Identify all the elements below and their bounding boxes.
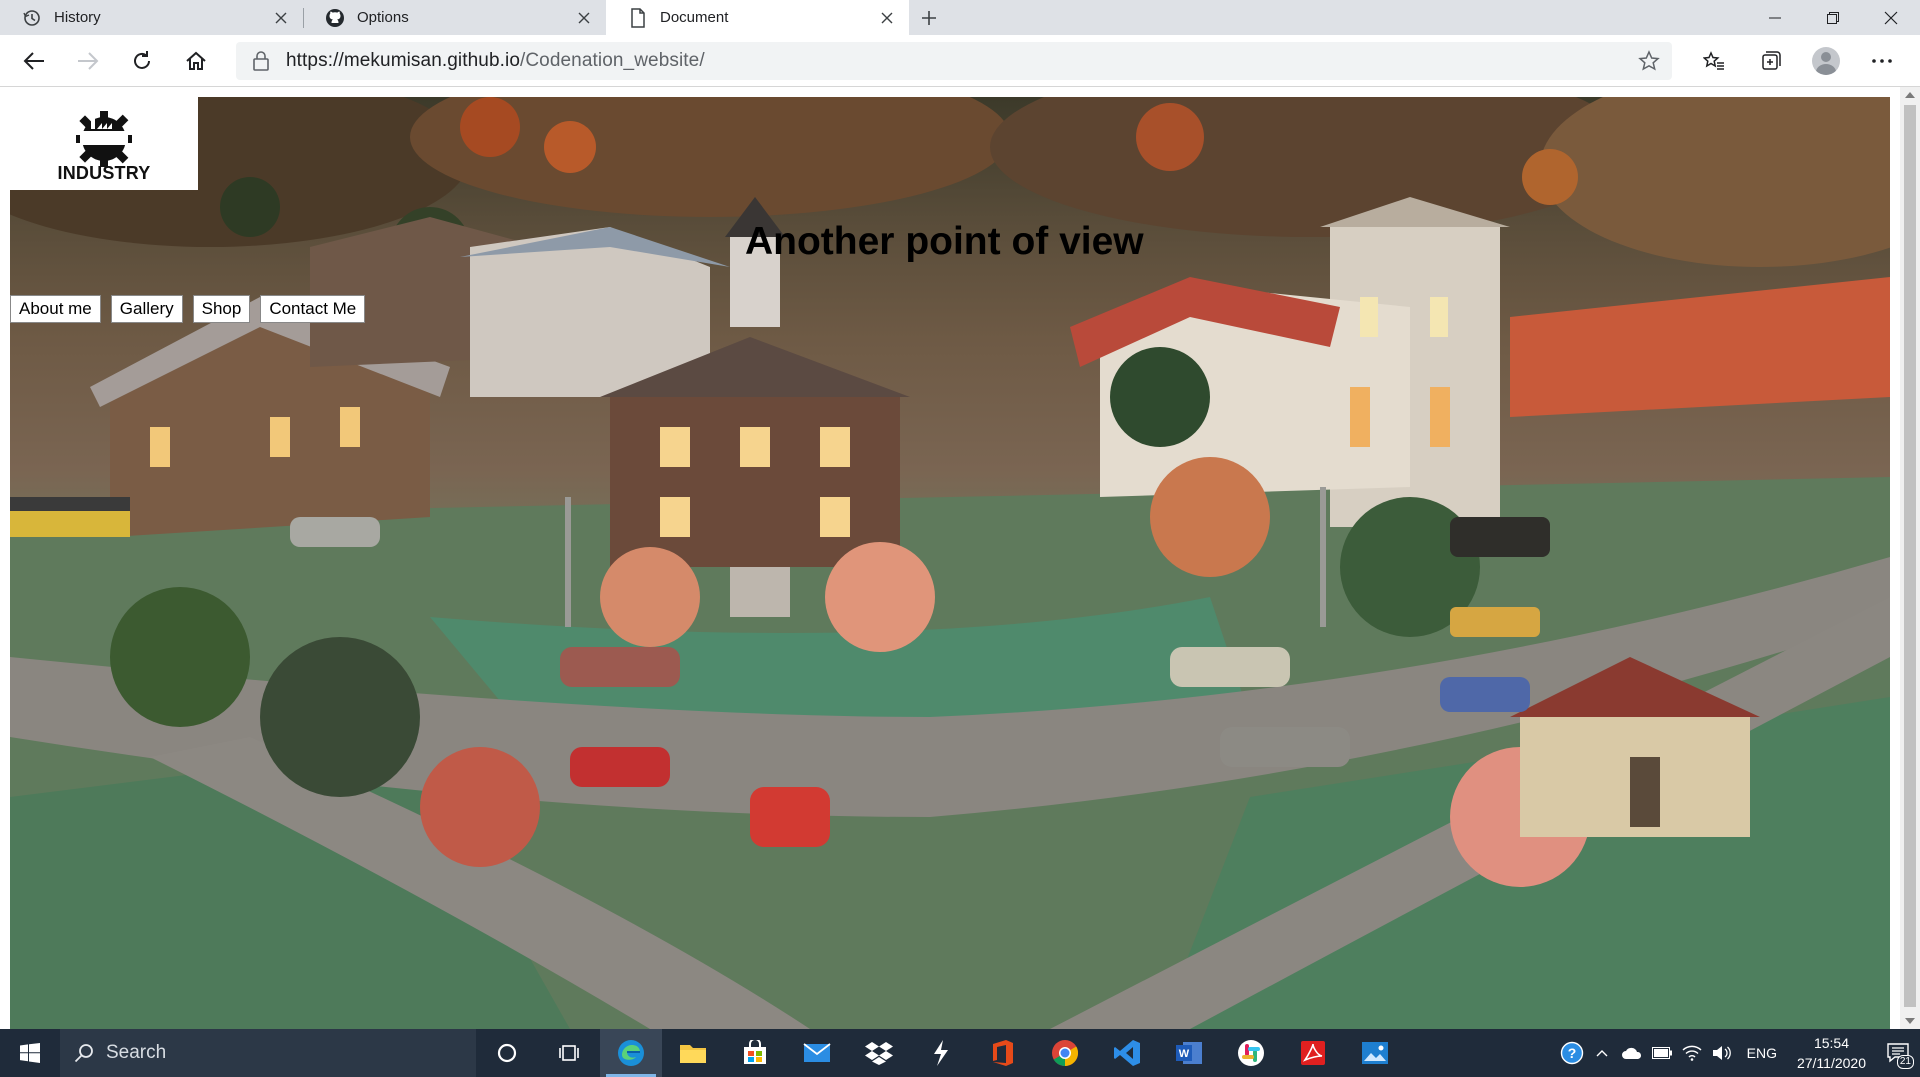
avatar bbox=[1812, 47, 1840, 75]
web-content: INDUSTRY Another point of view About me … bbox=[0, 87, 1920, 1029]
menu-button[interactable] bbox=[1854, 41, 1910, 81]
vscode-icon[interactable] bbox=[1096, 1029, 1158, 1077]
nav-about-me[interactable]: About me bbox=[10, 295, 101, 323]
edge-icon[interactable] bbox=[600, 1029, 662, 1077]
close-icon[interactable] bbox=[572, 6, 596, 30]
logo-text: INDUSTRY bbox=[57, 163, 151, 183]
battery-icon[interactable] bbox=[1647, 1029, 1677, 1077]
url-text: https://mekumisan.github.io/Codenation_w… bbox=[286, 50, 705, 72]
scroll-down-icon[interactable] bbox=[1905, 1018, 1915, 1024]
svg-text:W: W bbox=[1179, 1048, 1190, 1060]
star-icon[interactable] bbox=[1638, 50, 1660, 72]
nav-contact-me[interactable]: Contact Me bbox=[260, 295, 366, 323]
acrobat-icon[interactable] bbox=[1282, 1029, 1344, 1077]
plus-icon bbox=[922, 10, 936, 25]
scrollbar-thumb[interactable] bbox=[1904, 105, 1916, 1007]
chevron-up-icon[interactable] bbox=[1587, 1029, 1617, 1077]
chrome-icon[interactable] bbox=[1034, 1029, 1096, 1077]
minimize-button[interactable] bbox=[1746, 0, 1804, 35]
profile-button[interactable] bbox=[1798, 41, 1854, 81]
word-icon[interactable]: W bbox=[1158, 1029, 1220, 1077]
back-arrow-icon bbox=[23, 51, 44, 70]
restore-button[interactable] bbox=[1804, 0, 1862, 35]
close-icon[interactable] bbox=[875, 6, 899, 30]
windows-icon bbox=[20, 1043, 40, 1063]
task-view-icon[interactable] bbox=[538, 1029, 600, 1077]
scroll-up-icon[interactable] bbox=[1905, 92, 1915, 98]
more-icon bbox=[1872, 59, 1892, 63]
winamp-icon[interactable] bbox=[910, 1029, 972, 1077]
back-button[interactable] bbox=[14, 41, 54, 81]
collections-button[interactable] bbox=[1742, 41, 1798, 81]
forward-button[interactable] bbox=[68, 41, 108, 81]
wifi-icon[interactable] bbox=[1677, 1029, 1707, 1077]
home-icon bbox=[186, 51, 206, 70]
dropbox-icon[interactable] bbox=[848, 1029, 910, 1077]
svg-text:?: ? bbox=[1567, 1045, 1576, 1061]
volume-icon[interactable] bbox=[1707, 1029, 1737, 1077]
close-window-button[interactable] bbox=[1862, 0, 1920, 35]
tab-history[interactable]: History bbox=[0, 0, 303, 35]
tab-title: Options bbox=[357, 9, 409, 26]
toolbar-right bbox=[1686, 41, 1910, 81]
language-indicator[interactable]: ENG bbox=[1737, 1045, 1787, 1061]
help-icon[interactable]: ? bbox=[1557, 1029, 1587, 1077]
system-tray: ? ENG 15:54 27/11/2020 21 bbox=[1557, 1029, 1920, 1077]
site-logo[interactable]: INDUSTRY bbox=[10, 97, 198, 190]
favorites-button[interactable] bbox=[1686, 41, 1742, 81]
windows-taskbar: Search W ? ENG 15:54 27/11/2020 21 bbox=[0, 1029, 1920, 1077]
new-tab-button[interactable] bbox=[909, 0, 949, 35]
notification-center-button[interactable]: 21 bbox=[1876, 1029, 1920, 1077]
github-icon bbox=[325, 8, 345, 28]
url-path: /Codenation_website/ bbox=[519, 50, 705, 71]
nav-shop[interactable]: Shop bbox=[192, 295, 251, 323]
home-button[interactable] bbox=[176, 41, 216, 81]
tab-options[interactable]: Options bbox=[303, 0, 606, 35]
search-placeholder: Search bbox=[106, 1042, 167, 1063]
tab-title: Document bbox=[660, 9, 729, 26]
history-icon bbox=[22, 8, 42, 28]
window-controls bbox=[1746, 0, 1920, 35]
forward-arrow-icon bbox=[78, 51, 99, 70]
page-title: Another point of view bbox=[745, 220, 1144, 263]
lock-icon bbox=[250, 50, 272, 72]
search-icon bbox=[74, 1043, 94, 1063]
clock[interactable]: 15:54 27/11/2020 bbox=[1787, 1033, 1876, 1073]
refresh-icon bbox=[134, 50, 150, 69]
page-icon bbox=[628, 7, 648, 28]
clock-date: 27/11/2020 bbox=[1796, 1055, 1866, 1071]
browser-toolbar: https://mekumisan.github.io/Codenation_w… bbox=[0, 35, 1920, 87]
notification-count: 21 bbox=[1896, 1055, 1914, 1069]
store-icon[interactable] bbox=[724, 1029, 786, 1077]
cortana-icon[interactable] bbox=[476, 1029, 538, 1077]
taskbar-search[interactable]: Search bbox=[60, 1029, 476, 1077]
industry-logo-icon bbox=[76, 111, 132, 167]
collections-icon bbox=[1762, 51, 1781, 70]
clock-time: 15:54 bbox=[1813, 1035, 1849, 1051]
onedrive-icon[interactable] bbox=[1617, 1029, 1647, 1077]
slack-icon[interactable] bbox=[1220, 1029, 1282, 1077]
office-icon[interactable] bbox=[972, 1029, 1034, 1077]
vertical-scrollbar[interactable] bbox=[1900, 87, 1920, 1029]
photos-icon[interactable] bbox=[1344, 1029, 1406, 1077]
browser-tab-strip: History Options Document bbox=[0, 0, 1920, 35]
url-domain: https://mekumisan.github.io bbox=[286, 50, 520, 71]
file-explorer-icon[interactable] bbox=[662, 1029, 724, 1077]
tab-document[interactable]: Document bbox=[606, 0, 909, 35]
close-icon[interactable] bbox=[269, 6, 293, 30]
start-button[interactable] bbox=[0, 1029, 60, 1077]
tab-title: History bbox=[54, 9, 101, 26]
mail-icon[interactable] bbox=[786, 1029, 848, 1077]
nav-gallery[interactable]: Gallery bbox=[110, 295, 183, 323]
favorites-icon bbox=[1703, 51, 1724, 70]
address-bar[interactable]: https://mekumisan.github.io/Codenation_w… bbox=[236, 42, 1672, 80]
refresh-button[interactable] bbox=[122, 41, 162, 81]
site-nav: About me Gallery Shop Contact Me bbox=[10, 295, 366, 323]
